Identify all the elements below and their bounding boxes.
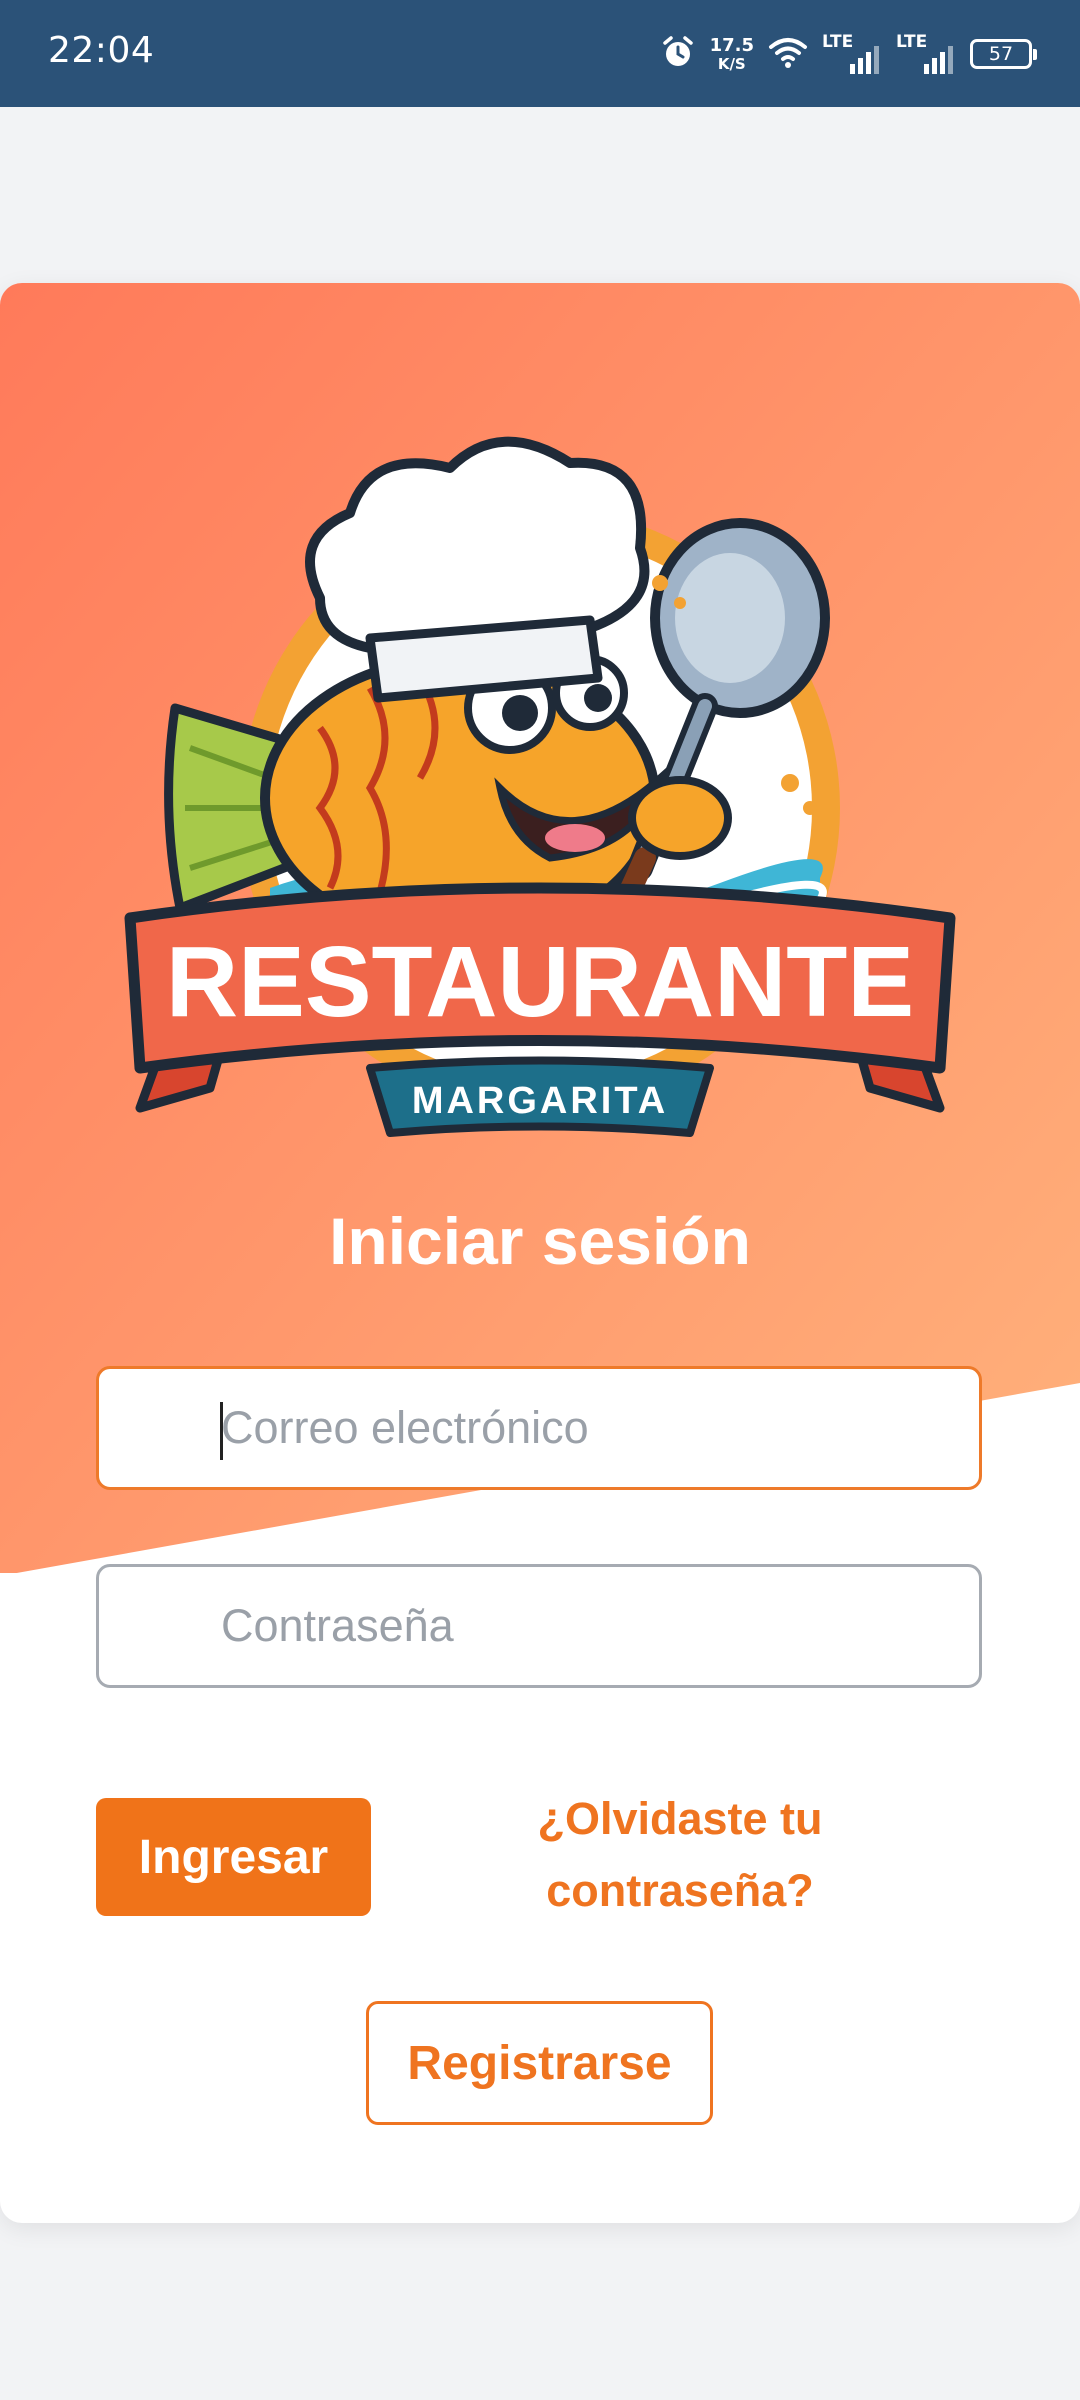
text-caret [220, 1402, 223, 1460]
signal-icon [850, 46, 879, 74]
register-button[interactable]: Registrarse [366, 2001, 713, 2125]
forgot-password-line-1: ¿Olvidaste tu [537, 1793, 823, 1844]
signal-icon [924, 46, 953, 74]
wifi-icon [768, 35, 808, 74]
forgot-password-link[interactable]: ¿Olvidaste tu contraseña? [480, 1783, 880, 1927]
signal-sim1: LTE [822, 30, 882, 78]
battery-icon: 57 [970, 39, 1037, 69]
status-icons: 17.5 K/S LTE LTE 57 [660, 26, 1037, 82]
login-button[interactable]: Ingresar [96, 1798, 371, 1916]
logo-subtitle: MARGARITA [412, 1080, 668, 1122]
battery-level: 57 [988, 43, 1014, 65]
email-field[interactable] [96, 1366, 982, 1490]
network-speed: 17.5 K/S [709, 34, 754, 73]
email-input[interactable] [99, 1369, 979, 1487]
status-bar: 22:04 17.5 K/S LTE LTE 57 [0, 0, 1080, 107]
signal-sim2: LTE [896, 30, 956, 78]
forgot-password-line-2: contraseña? [546, 1865, 814, 1916]
password-field[interactable] [96, 1564, 982, 1688]
password-input[interactable] [99, 1567, 979, 1685]
login-card: RESTAURANTE MARGARITA Iniciar sesión Ing… [0, 283, 1080, 2223]
status-time: 22:04 [48, 30, 155, 71]
alarm-icon [660, 34, 696, 75]
page-title: Iniciar sesión [329, 1204, 751, 1278]
network-speed-value: 17.5 [709, 34, 754, 56]
restaurant-logo: RESTAURANTE MARGARITA [124, 436, 956, 1137]
network-speed-unit: K/S [717, 54, 746, 73]
logo-title: RESTAURANTE [166, 926, 914, 1038]
